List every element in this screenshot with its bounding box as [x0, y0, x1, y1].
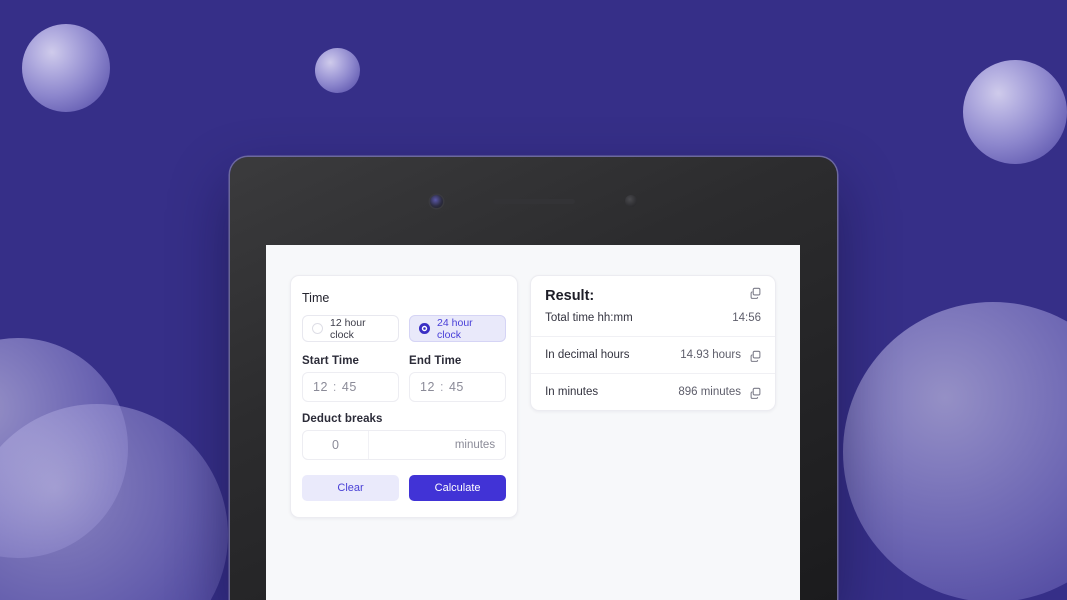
- end-time-group: End Time 12 : 45: [409, 355, 507, 402]
- result-row-decimal-hours: In decimal hours 14.93 hours: [531, 336, 775, 373]
- end-time-minutes[interactable]: 45: [449, 380, 464, 394]
- radio-dot-icon: [312, 323, 323, 334]
- result-title: Result:: [545, 288, 595, 304]
- app-screen: Time 12 hour clock 24 hour clock Start T…: [266, 245, 800, 600]
- start-time-hours[interactable]: 12: [313, 380, 328, 394]
- time-form-card: Time 12 hour clock 24 hour clock Start T…: [290, 275, 519, 518]
- clock-format-toggle-group[interactable]: 12 hour clock 24 hour clock: [302, 315, 507, 342]
- deduct-breaks-unit: minutes: [454, 439, 496, 451]
- copy-icon-minutes[interactable]: [749, 387, 762, 400]
- result-key-total-time: Total time hh:mm: [545, 312, 633, 324]
- tablet-top-bezel: [230, 157, 837, 245]
- background-sphere-top-middle: [315, 48, 360, 93]
- result-line: In minutes 896 minutes: [545, 386, 761, 398]
- result-value-total-time: 14:56: [732, 312, 761, 324]
- end-time-separator: :: [439, 380, 444, 394]
- result-line: Total time hh:mm 14:56: [545, 312, 761, 324]
- copy-icon-total-time[interactable]: [749, 287, 762, 300]
- start-time-group: Start Time 12 : 45: [302, 355, 400, 402]
- radio-label-24-hour-clock: 24 hour clock: [437, 316, 473, 341]
- tablet-device-frame: Time 12 hour clock 24 hour clock Start T…: [230, 157, 837, 600]
- time-section-heading: Time: [302, 291, 330, 305]
- deduct-breaks-label: Deduct breaks: [302, 413, 383, 425]
- background-sphere-top-right: [963, 60, 1067, 164]
- deduct-breaks-input[interactable]: 0 minutes: [302, 430, 507, 460]
- copy-icon-decimal-hours[interactable]: [749, 350, 762, 363]
- radio-dot-selected-icon: [419, 323, 431, 334]
- deduct-breaks-value[interactable]: 0: [303, 431, 369, 459]
- result-row-total-time: Result: Total time hh:mm 14:56: [531, 276, 775, 336]
- radio-label-12-hour-clock: 12 hour clock: [330, 316, 366, 341]
- camera-lens-icon: [430, 194, 443, 208]
- result-line: In decimal hours 14.93 hours: [545, 349, 761, 361]
- result-row-minutes: In minutes 896 minutes: [531, 373, 775, 410]
- time-inputs-row: Start Time 12 : 45 End Time 12 : 45: [302, 355, 507, 402]
- result-key-decimal-hours: In decimal hours: [545, 349, 630, 361]
- background-sphere-top-left: [22, 24, 110, 112]
- speaker-slot-icon: [493, 198, 575, 204]
- radio-option-24-hour-clock[interactable]: 24 hour clock: [409, 315, 507, 342]
- sensor-dot-icon: [625, 195, 637, 207]
- app-content-area: Time 12 hour clock 24 hour clock Start T…: [266, 245, 800, 518]
- end-time-input[interactable]: 12 : 45: [409, 372, 507, 402]
- radio-option-12-hour-clock[interactable]: 12 hour clock: [302, 315, 400, 342]
- clear-button[interactable]: Clear: [302, 475, 400, 501]
- start-time-label: Start Time: [302, 355, 360, 367]
- start-time-input[interactable]: 12 : 45: [302, 372, 400, 402]
- background-sphere-bottom-right: [843, 302, 1067, 600]
- start-time-minutes[interactable]: 45: [342, 380, 357, 394]
- background-sphere-bottom-left-front: [0, 404, 228, 600]
- calculate-button[interactable]: Calculate: [409, 475, 507, 501]
- result-key-minutes: In minutes: [545, 386, 599, 398]
- end-time-label: End Time: [409, 355, 462, 367]
- form-actions-row: Clear Calculate: [302, 475, 507, 501]
- end-time-hours[interactable]: 12: [420, 380, 435, 394]
- start-time-separator: :: [332, 380, 337, 394]
- result-card: Result: Total time hh:mm 14:56 In decima…: [530, 275, 776, 411]
